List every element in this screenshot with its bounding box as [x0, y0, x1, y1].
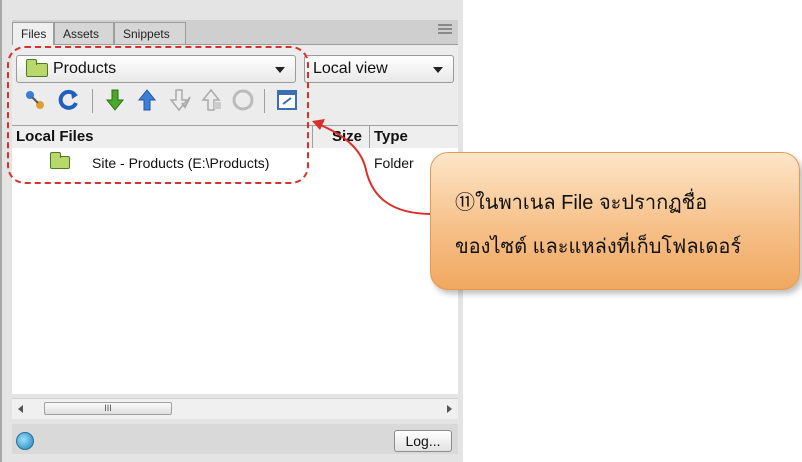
callout-line-1: ⑪ในพาเนล File จะปรากฏชื่อ	[455, 192, 708, 214]
callout-line-2: ของไซต์ และแหล่งที่เก็บโฟลเดอร์	[455, 236, 742, 258]
callout-text: ⑪ในพาเนล File จะปรากฏชื่อ ของไซต์ และแหล…	[455, 181, 795, 269]
annotation-callout: ⑪ในพาเนล File จะปรากฏชื่อ ของไซต์ และแหล…	[430, 152, 800, 290]
callout-number: ⑪	[455, 192, 475, 214]
